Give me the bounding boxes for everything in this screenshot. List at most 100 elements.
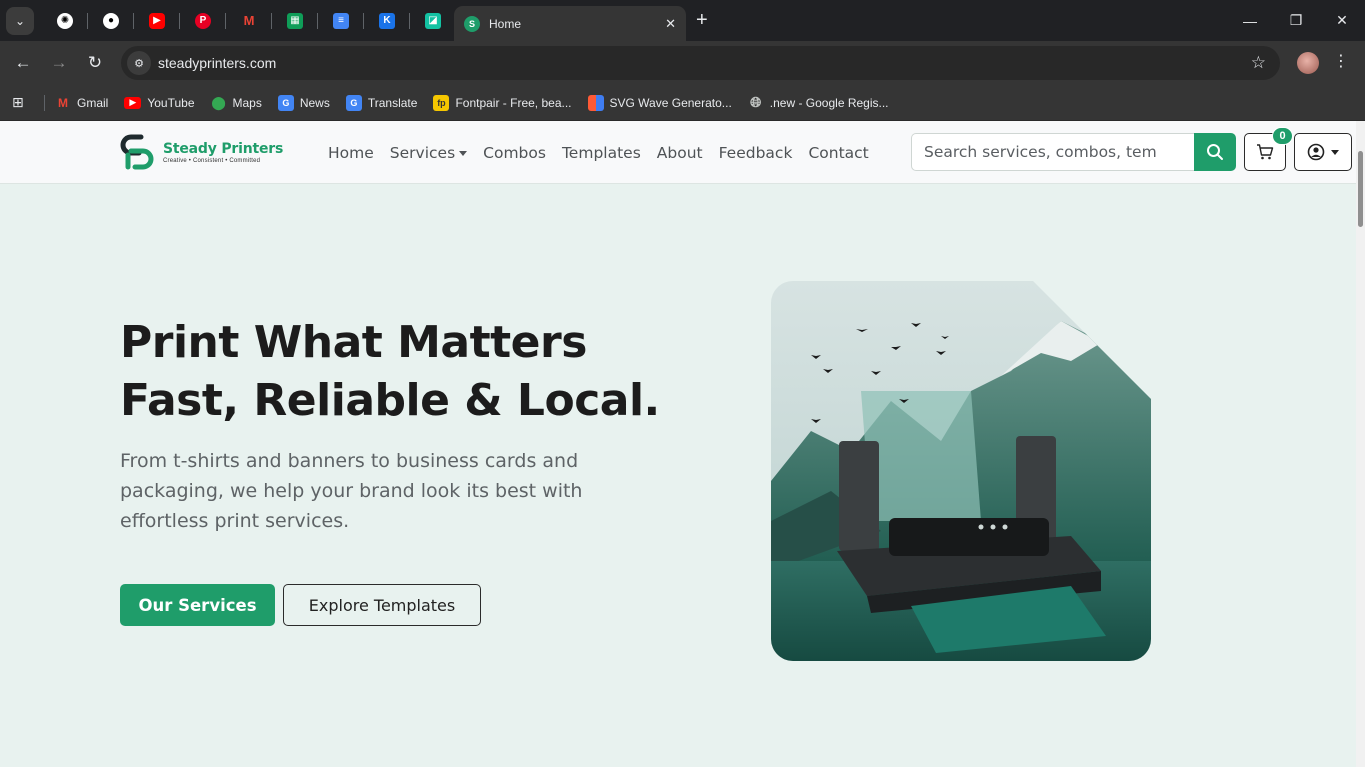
address-bar[interactable]: ⚙ steadyprinters.com ☆	[121, 46, 1280, 80]
bookmark-dotnew[interactable]: 🌐︎ .new - Google Regis...	[748, 94, 889, 111]
pinned-tab[interactable]: ✺	[42, 0, 88, 41]
window-controls: — ❐ ✕	[1227, 0, 1365, 41]
bookmark-label: Maps	[232, 95, 262, 110]
account-dropdown-button[interactable]	[1294, 133, 1352, 171]
pinned-tab[interactable]: ●	[88, 0, 134, 41]
reload-icon: ↻	[87, 53, 103, 72]
app-icon: K	[379, 12, 395, 29]
restore-button[interactable]: ❐	[1273, 0, 1319, 41]
site-favicon-icon: S	[464, 15, 480, 32]
brand-logo[interactable]: Steady Printers Creative • Consistent • …	[119, 133, 283, 171]
bookmarks-divider	[44, 94, 45, 111]
bookmark-svgwave[interactable]: SVG Wave Generato...	[587, 94, 732, 111]
minimize-button[interactable]: —	[1227, 0, 1273, 41]
svgwave-icon	[587, 94, 604, 111]
main-nav: Home Services Combos Templates About Fee…	[320, 121, 877, 184]
apps-grid-icon[interactable]: ⊞	[12, 94, 32, 111]
bookmark-star-icon[interactable]: ☆	[1251, 53, 1266, 73]
pinned-tab[interactable]: ≡	[318, 0, 364, 41]
browser-menu-icon[interactable]: ⋮	[1333, 51, 1349, 71]
sheets-icon: ▦	[287, 12, 303, 29]
arrow-right-icon: →	[50, 53, 68, 72]
site-navbar: Steady Printers Creative • Consistent • …	[0, 121, 1356, 184]
page-scrollbar[interactable]	[1356, 121, 1365, 767]
search-button[interactable]	[1194, 133, 1236, 171]
hero-printer-image	[771, 281, 1151, 661]
hero-subtitle: From t-shirts and banners to business ca…	[120, 450, 583, 532]
tab-search-button[interactable]: ⌄	[6, 6, 34, 35]
pinterest-icon: P	[195, 12, 211, 29]
pinned-tab[interactable]: K	[364, 0, 410, 41]
new-tab-button[interactable]: +	[696, 10, 708, 30]
search-input[interactable]	[911, 133, 1194, 171]
nav-templates[interactable]: Templates	[562, 144, 641, 162]
bookmark-youtube[interactable]: ▶ YouTube	[124, 95, 195, 110]
docs-icon: ≡	[333, 12, 349, 29]
bookmark-label: News	[299, 95, 330, 110]
cart-icon	[1257, 144, 1274, 160]
nav-home[interactable]: Home	[328, 144, 374, 162]
openai-icon: ✺	[57, 12, 73, 29]
youtube-icon: ▶	[149, 12, 165, 29]
bookmark-maps[interactable]: ⬤ Maps	[211, 95, 262, 111]
pinned-tab[interactable]: ▦	[272, 0, 318, 41]
search-icon	[1207, 144, 1223, 160]
hero-title: Print What Matters Fast, Reliable & Loca…	[120, 314, 660, 430]
our-services-button[interactable]: Our Services	[120, 584, 275, 626]
globe-icon: 🌐︎	[750, 94, 762, 110]
tab-title: Home	[489, 16, 522, 31]
profile-avatar[interactable]	[1297, 52, 1319, 74]
gmail-icon: M	[58, 95, 68, 110]
bookmark-label: Fontpair - Free, bea...	[455, 95, 572, 110]
app-icon: ◪	[425, 12, 441, 29]
gmail-icon: M	[243, 13, 255, 28]
bookmark-news[interactable]: G News	[277, 94, 330, 111]
site-search	[911, 133, 1236, 171]
back-button[interactable]: ←	[5, 45, 41, 81]
nav-services[interactable]: Services	[390, 144, 468, 162]
youtube-icon: ▶	[124, 96, 142, 109]
chevron-down-icon: ⌄	[14, 13, 26, 28]
pinned-tab[interactable]: P	[180, 0, 226, 41]
bookmark-gmail[interactable]: M Gmail	[55, 95, 108, 111]
user-circle-icon	[1307, 143, 1325, 161]
bookmark-label: YouTube	[147, 95, 195, 110]
pinned-tab[interactable]: ◪	[410, 0, 456, 41]
close-tab-icon[interactable]: ✕	[665, 16, 676, 32]
active-tab[interactable]: S Home ✕	[454, 6, 686, 41]
browser-toolbar: ← → ↻ ⚙ steadyprinters.com ☆ ⋮	[0, 41, 1365, 85]
forward-button[interactable]: →	[41, 45, 77, 81]
nav-combos[interactable]: Combos	[483, 144, 546, 162]
bookmark-label: Translate	[367, 95, 418, 110]
browser-tab-bar: ⌄ ✺ ● ▶ P M ▦ ≡ K ◪ S Home ✕ + — ❐ ✕	[0, 0, 1365, 41]
arrow-left-icon: ←	[14, 53, 32, 72]
hero-title-line-2: Fast, Reliable & Local.	[120, 375, 660, 426]
bookmark-label: SVG Wave Generato...	[609, 95, 732, 110]
bookmarks-bar: ⊞ M Gmail ▶ YouTube ⬤ Maps G News G Translate…	[0, 85, 1365, 121]
url-text[interactable]: steadyprinters.com	[158, 55, 1251, 71]
pinned-tab[interactable]: M	[226, 0, 272, 41]
reload-button[interactable]: ↻	[77, 45, 113, 81]
nav-contact[interactable]: Contact	[808, 144, 868, 162]
nav-about[interactable]: About	[657, 144, 703, 162]
logo-mark-icon	[119, 133, 157, 171]
caret-down-icon	[459, 150, 468, 156]
maps-icon: ⬤	[211, 94, 226, 110]
explore-templates-button[interactable]: Explore Templates	[283, 584, 481, 626]
fontpair-icon: fp	[433, 94, 450, 111]
close-window-button[interactable]: ✕	[1319, 0, 1365, 41]
bookmark-translate[interactable]: G Translate	[345, 94, 418, 111]
caret-down-icon	[1331, 149, 1339, 155]
hero-title-line-1: Print What Matters	[120, 317, 587, 368]
news-icon: G	[277, 94, 294, 111]
bookmark-fontpair[interactable]: fp Fontpair - Free, bea...	[433, 94, 572, 111]
bookmark-label: .new - Google Regis...	[769, 95, 889, 110]
brand-name: Steady Printers	[163, 140, 284, 157]
site-info-icon[interactable]: ⚙	[127, 51, 151, 75]
web-page: Steady Printers Creative • Consistent • …	[0, 121, 1365, 767]
cart-count-badge: 0	[1272, 127, 1293, 145]
pinned-tab[interactable]: ▶	[134, 0, 180, 41]
scrollbar-thumb[interactable]	[1358, 151, 1363, 227]
nav-feedback[interactable]: Feedback	[719, 144, 793, 162]
brand-tagline: Creative • Consistent • Committed	[163, 157, 261, 164]
